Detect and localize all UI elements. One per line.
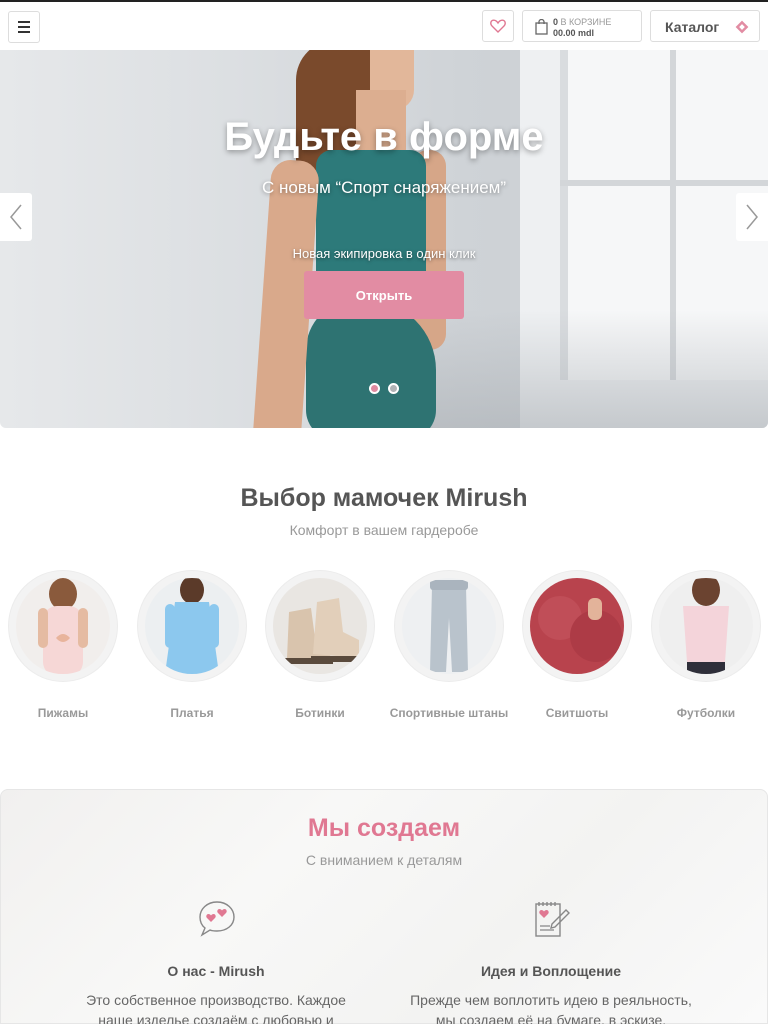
shopping-bag-icon — [535, 19, 548, 35]
cart-label: В КОРЗИНЕ — [560, 17, 612, 27]
feature-title: Идея и Воплощение — [480, 963, 622, 979]
cart-count-line: 0 В КОРЗИНЕ — [553, 17, 611, 27]
category-image — [530, 578, 624, 674]
hero-title: Будьте в форме — [224, 115, 544, 159]
cart-button[interactable]: 0 В КОРЗИНЕ 00.00 mdl — [522, 10, 642, 42]
cart-total: 00.00 mdl — [553, 28, 595, 38]
slider-prev-button[interactable] — [0, 193, 32, 241]
category-image — [402, 578, 496, 674]
category-label: Свитшоты — [545, 706, 609, 720]
feature-text: Прежде чем воплотить идею в реяльность, … — [410, 992, 692, 1024]
menu-button[interactable] — [8, 11, 40, 43]
category-label: Спортивные штаны — [389, 706, 509, 720]
wishlist-button[interactable] — [482, 10, 514, 42]
hero-note: Новая экипировка в один клик — [292, 246, 476, 261]
hero-slider — [0, 50, 768, 428]
notepad-pencil-icon — [535, 902, 570, 937]
slider-next-button[interactable] — [736, 193, 768, 241]
category-label: Пижамы — [37, 706, 89, 720]
category-image — [145, 578, 239, 674]
heart-icon — [490, 19, 506, 33]
slider-dot-2[interactable] — [388, 383, 399, 394]
diamond-icon — [735, 20, 749, 34]
category-label: Платья — [170, 706, 214, 720]
category-image — [659, 578, 753, 674]
chat-hearts-icon — [199, 901, 235, 937]
create-subtitle: С вниманием к деталям — [305, 852, 463, 868]
site-header: 0 В КОРЗИНЕ 00.00 mdl Каталог — [0, 2, 768, 50]
feature-text: Это собственное производство. Каждое наш… — [86, 992, 346, 1024]
category-label: Ботинки — [295, 706, 345, 720]
hero-subtitle: С новым “Спорт снаряжением” — [261, 178, 507, 197]
category-label: Футболки — [676, 706, 736, 720]
hamburger-icon — [18, 21, 30, 23]
category-image — [16, 578, 110, 674]
create-title: Мы создаем — [307, 814, 461, 842]
chevron-right-icon — [746, 204, 758, 230]
slider-dot-1[interactable] — [369, 383, 380, 394]
choice-subtitle: Комфорт в вашем гардеробе — [289, 522, 479, 538]
feature-title: О нас - Mirush — [167, 963, 265, 979]
category-image — [273, 578, 367, 674]
cart-count: 0 — [553, 17, 559, 27]
choice-title: Выбор мамочек Mirush — [240, 484, 528, 512]
catalog-label: Каталог — [665, 19, 720, 35]
hero-open-button[interactable]: Открыть — [304, 271, 464, 319]
catalog-button[interactable]: Каталог — [650, 10, 760, 42]
chevron-left-icon — [10, 204, 22, 230]
